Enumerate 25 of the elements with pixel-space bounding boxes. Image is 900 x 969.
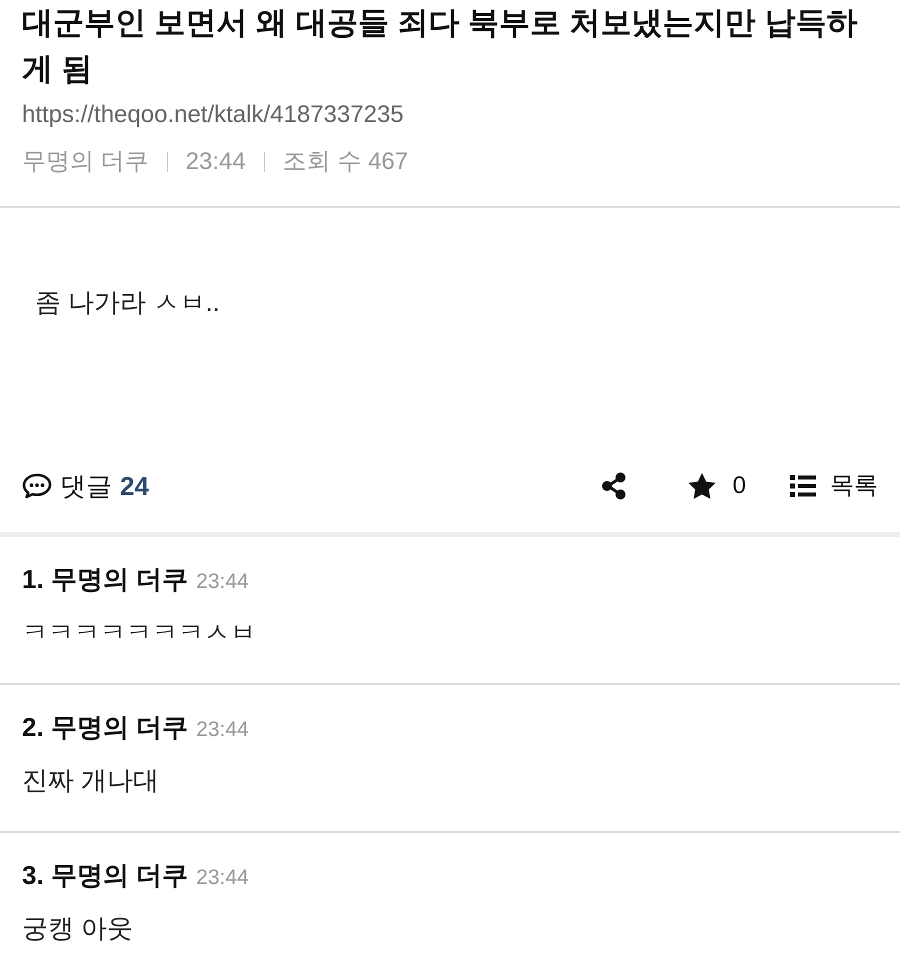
- post-url[interactable]: https://theqoo.net/ktalk/4187337235: [22, 99, 404, 131]
- post-title: 대군부인 보면서 왜 대공들 죄다 북부로 처보냈는지만 납득하게 됨: [22, 4, 858, 88]
- comment-author: 1. 무명의 더쿠: [22, 563, 188, 596]
- comment-time: 23:44: [196, 717, 249, 743]
- comment-author: 2. 무명의 더쿠: [22, 711, 188, 744]
- star-icon: [686, 472, 717, 500]
- comment-text: ㅋㅋㅋㅋㅋㅋㅋㅅㅂ: [22, 616, 257, 649]
- comment-author: 3. 무명의 더쿠: [22, 859, 188, 892]
- share-icon: [600, 472, 627, 500]
- speech-bubble-icon: [22, 473, 52, 499]
- list-button[interactable]: 목록: [790, 468, 878, 504]
- post-body: 좀 나가라 ㅅㅂ..: [35, 286, 221, 319]
- star-button[interactable]: 0: [686, 468, 746, 504]
- list-icon: [790, 475, 816, 497]
- view-count: 조회 수 467: [282, 147, 408, 177]
- comments-label: 댓글: [60, 470, 112, 503]
- comments-link[interactable]: 댓글 24: [22, 468, 149, 504]
- comment-count: 24: [120, 470, 149, 503]
- comment-time: 23:44: [196, 865, 249, 891]
- comment-text: 궁캥 아웃: [22, 912, 134, 945]
- comment-text: 진짜 개나대: [22, 764, 160, 797]
- share-button[interactable]: [600, 472, 627, 500]
- post-author: 무명의 더쿠: [22, 147, 149, 177]
- post-time: 23:44: [186, 147, 246, 177]
- comment-time: 23:44: [196, 569, 249, 595]
